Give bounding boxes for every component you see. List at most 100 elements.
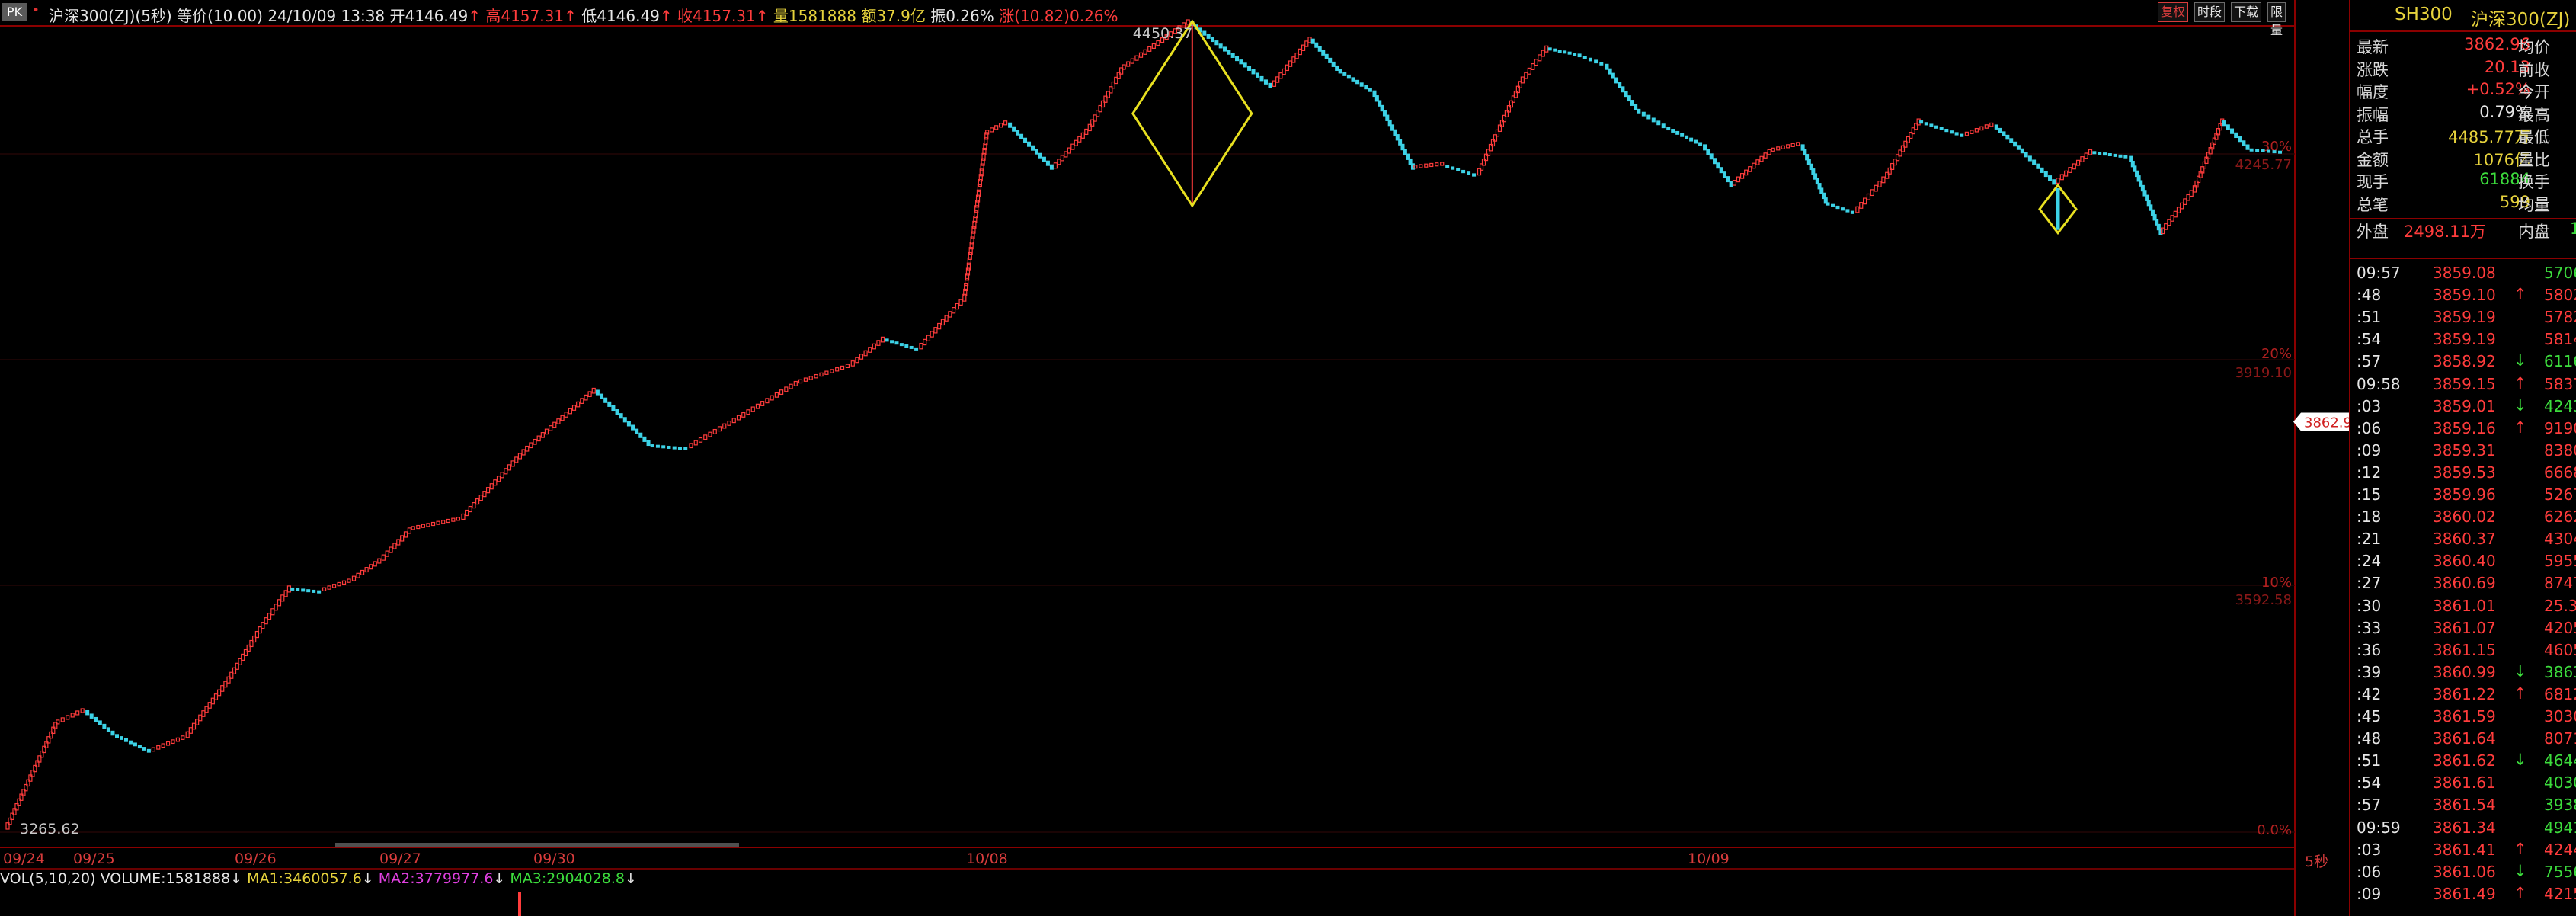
- vol-ma3: MA3:2904028.8: [510, 870, 626, 887]
- tick-row[interactable]: :51 3861.62 ↓ 4644: [2357, 751, 2576, 773]
- series-brick-up: [1130, 58, 1134, 64]
- vol-volume: VOLUME:1581888: [100, 870, 231, 887]
- series-brick-up: [819, 372, 824, 377]
- tick-price: 3859.96: [2433, 485, 2496, 504]
- tick-row[interactable]: :57 3858.92 ↓ 6116: [2357, 351, 2576, 374]
- series-brick-down: [1202, 30, 1207, 36]
- quote-row: 振幅 0.79% 最高: [2357, 103, 2576, 124]
- tick-row[interactable]: 09:57 3859.08 5706: [2357, 264, 2576, 286]
- series-brick-up: [426, 523, 430, 527]
- tick-arrow-icon: ↓: [2514, 396, 2527, 415]
- tick-price: 3861.01: [2433, 596, 2496, 615]
- series-brick-up: [1053, 162, 1058, 169]
- header-open-arrow: ↑: [468, 7, 481, 25]
- series-brick-down: [1646, 114, 1651, 120]
- quote-label: 最新: [2357, 38, 2389, 56]
- series-brick-up: [859, 354, 864, 360]
- tick-row[interactable]: :54 3859.19 5814: [2357, 330, 2576, 352]
- series-brick-up: [461, 513, 466, 520]
- volume-bar: [518, 892, 521, 916]
- tick-row[interactable]: :45 3861.59 3030: [2357, 707, 2576, 729]
- series-brick-down: [2027, 155, 2032, 162]
- series-brick-down: [1698, 142, 1703, 146]
- series-brick-up: [1147, 46, 1152, 52]
- series-brick-up: [591, 387, 596, 394]
- series-brick-down: [1368, 88, 1372, 92]
- series-brick-down: [85, 709, 90, 716]
- series-brick-up: [322, 587, 327, 592]
- series-brick-up: [1874, 184, 1878, 192]
- limit-button[interactable]: 限量: [2267, 2, 2286, 37]
- series-brick-up: [1752, 162, 1756, 169]
- header-datetime: 24/10/09 13:38: [267, 7, 386, 25]
- time-button[interactable]: 时段: [2194, 2, 2226, 22]
- series-brick-up: [277, 599, 282, 607]
- tick-row[interactable]: :12 3859.53 6668: [2357, 463, 2576, 485]
- tick-volume: 25.3: [2544, 596, 2576, 615]
- tick-row[interactable]: 09:58 3859.15 ↑ 5837: [2357, 374, 2576, 397]
- series-brick-up: [717, 426, 722, 432]
- tick-row[interactable]: :24 3860.40 5955: [2357, 552, 2576, 574]
- tick-time: :06: [2357, 862, 2382, 881]
- tick-row[interactable]: :06 3861.06 ↓ 7556: [2357, 862, 2576, 885]
- download-button[interactable]: 下载: [2231, 2, 2262, 22]
- horizontal-scrollbar[interactable]: [335, 843, 739, 847]
- restore-button[interactable]: 复权: [2158, 2, 2189, 22]
- tick-row[interactable]: 09:59 3861.34 4941: [2357, 818, 2576, 841]
- tick-row[interactable]: :06 3859.16 ↑ 9190: [2357, 418, 2576, 441]
- tick-volume: 8380: [2544, 440, 2576, 460]
- tick-row[interactable]: :30 3861.01 25.3: [2357, 597, 2576, 619]
- series-brick-down: [306, 589, 311, 593]
- tick-row[interactable]: :27 3860.69 8747: [2357, 574, 2576, 596]
- tick-row[interactable]: :03 3861.41 ↑ 4244: [2357, 840, 2576, 863]
- series-brick-up: [223, 681, 228, 688]
- tick-arrow-icon: ↓: [2514, 351, 2527, 370]
- series-brick-up: [1736, 176, 1741, 183]
- tick-row[interactable]: :48 3861.64 8071: [2357, 729, 2576, 751]
- series-brick-up: [564, 412, 568, 418]
- tick-row[interactable]: :39 3860.99 ↓ 3863: [2357, 662, 2576, 685]
- tick-row[interactable]: :18 3860.02 6262: [2357, 508, 2576, 530]
- series-brick-down: [1042, 156, 1046, 162]
- tick-row[interactable]: :03 3859.01 ↓ 4243: [2357, 396, 2576, 419]
- tick-row[interactable]: :09 3859.31 8380: [2357, 441, 2576, 463]
- series-brick-down: [94, 716, 98, 722]
- tick-row[interactable]: :09 3861.49 ↑ 4215: [2357, 884, 2576, 907]
- series-brick-up: [171, 739, 175, 745]
- series-brick-down: [1954, 132, 1959, 136]
- tick-row[interactable]: :33 3861.07 4205: [2357, 619, 2576, 641]
- tick-row[interactable]: :21 3860.37 4304: [2357, 530, 2576, 552]
- tick-volume: 6812: [2544, 684, 2576, 703]
- tick-time: :54: [2357, 330, 2382, 349]
- series-brick-down: [142, 747, 146, 751]
- series-brick-up: [1275, 76, 1280, 83]
- series-brick-down: [1680, 133, 1685, 137]
- tick-row[interactable]: :36 3861.15 4605: [2357, 641, 2576, 663]
- series-brick-down: [1594, 59, 1598, 64]
- series-brick-up: [2186, 194, 2190, 201]
- series-brick-down: [115, 734, 120, 738]
- tick-row[interactable]: :42 3861.22 ↑ 6812: [2357, 684, 2576, 707]
- tick-row[interactable]: :57 3861.54 3938: [2357, 796, 2576, 818]
- series-brick-up: [919, 342, 923, 350]
- series-brick-up: [1440, 162, 1445, 166]
- series-brick-down: [1582, 56, 1587, 59]
- series-brick-down: [89, 713, 94, 719]
- tick-row[interactable]: :54 3861.61 4030: [2357, 773, 2576, 796]
- tick-time: :12: [2357, 463, 2382, 482]
- price-chart[interactable]: 30% 4245.77 20% 3919.10 10%3592.58 0.0% 3862.9…: [0, 0, 2349, 916]
- axis-pct-label: 20%: [2261, 346, 2292, 362]
- vol-ma2: MA2:3779977.6: [378, 870, 494, 887]
- series-brick-up: [2189, 190, 2194, 197]
- tick-row[interactable]: :48 3859.10 ↑ 5802: [2357, 285, 2576, 308]
- series-brick-down: [2226, 124, 2230, 130]
- series-brick-up: [798, 379, 803, 384]
- series-brick-up: [576, 401, 581, 408]
- pk-button[interactable]: PK: [2, 3, 27, 21]
- tick-row[interactable]: :51 3859.19 5782: [2357, 308, 2576, 330]
- series-brick-up: [1881, 176, 1886, 184]
- tick-row[interactable]: :15 3859.96 5267: [2357, 485, 2576, 508]
- series-brick-down: [904, 344, 909, 348]
- tick-volume: 4215: [2544, 884, 2576, 903]
- series-brick-up: [400, 535, 405, 542]
